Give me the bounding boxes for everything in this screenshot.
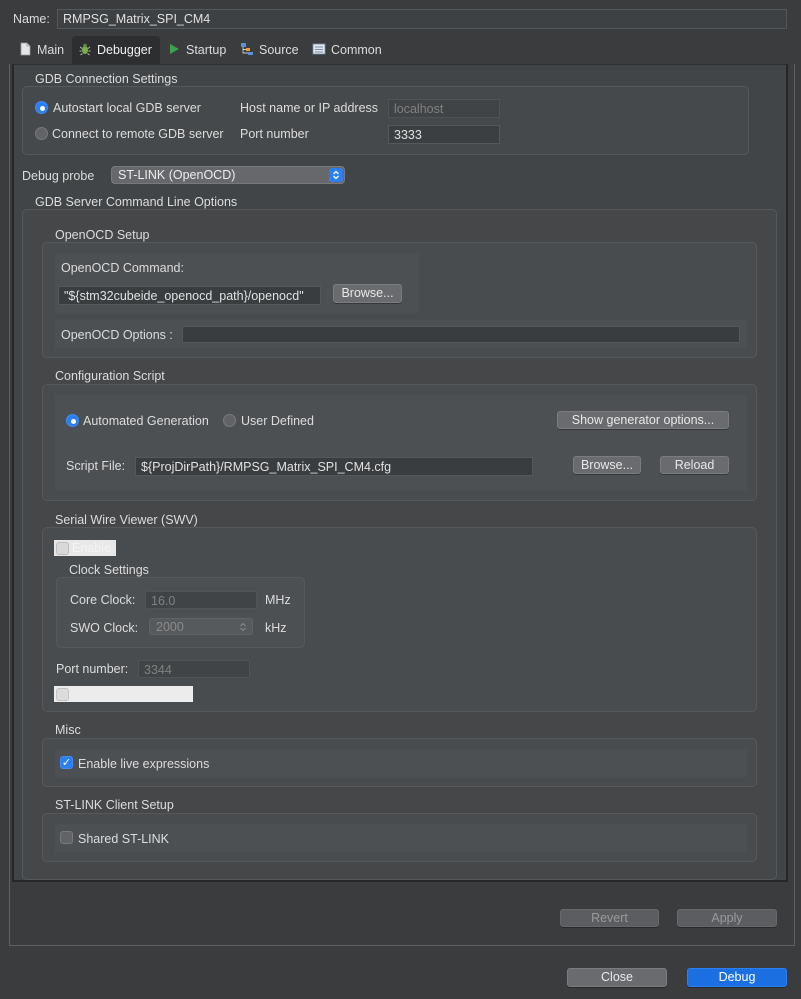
clock-settings-group — [56, 577, 305, 648]
tab-main[interactable]: Main — [18, 42, 64, 58]
script-file-input[interactable]: ${ProjDirPath}/RMPSG_Matrix_SPI_CM4.cfg — [135, 457, 533, 476]
swo-clock-label: SWO Clock: — [70, 621, 139, 635]
host-input[interactable]: localhost — [388, 99, 500, 118]
tab-source[interactable]: Source — [240, 42, 299, 58]
play-icon — [167, 42, 181, 56]
revert-button[interactable]: Revert — [560, 909, 659, 927]
tab-common-label: Common — [331, 43, 382, 57]
swo-clock-select[interactable]: 2000 — [149, 618, 253, 635]
gdb-connection-title: GDB Connection Settings — [35, 72, 178, 86]
debug-probe-value: ST-LINK (OpenOCD) — [118, 168, 236, 182]
live-expressions-checkbox[interactable]: ✓ — [60, 756, 73, 769]
script-file-label: Script File: — [66, 459, 126, 473]
openocd-command-label: OpenOCD Command: — [61, 261, 184, 275]
tab-common[interactable]: Common — [312, 42, 382, 58]
apply-button[interactable]: Apply — [677, 909, 777, 927]
show-generator-options-button[interactable]: Show generator options... — [557, 411, 729, 429]
tab-source-label: Source — [259, 43, 299, 57]
stlink-client-title: ST-LINK Client Setup — [55, 798, 174, 812]
name-input[interactable]: RMPSG_Matrix_SPI_CM4 — [57, 9, 787, 29]
swv-enable-row[interactable]: Enable — [54, 540, 116, 556]
gdb-connection-group — [22, 86, 749, 155]
tab-startup-label: Startup — [186, 43, 227, 57]
script-browse-button[interactable]: Browse... — [573, 456, 641, 474]
shared-stlink-label: Shared ST-LINK — [78, 832, 170, 846]
debug-button[interactable]: Debug — [687, 968, 787, 987]
core-clock-input[interactable]: 16.0 — [145, 591, 257, 609]
automated-generation-label: Automated Generation — [83, 414, 209, 428]
core-clock-unit: MHz — [265, 593, 291, 607]
config-script-area — [55, 395, 747, 491]
source-lookup-icon — [240, 42, 254, 56]
swv-port-input[interactable]: 3344 — [138, 660, 250, 678]
close-button[interactable]: Close — [567, 968, 667, 987]
debug-probe-label: Debug probe — [22, 169, 95, 183]
tab-startup[interactable]: Startup — [167, 42, 226, 58]
openocd-options-label: OpenOCD Options : — [61, 328, 173, 342]
reload-button[interactable]: Reload — [660, 456, 729, 474]
common-settings-icon — [312, 42, 326, 56]
remote-radio[interactable] — [35, 127, 48, 140]
live-expressions-label: Enable live expressions — [78, 757, 210, 771]
tab-debugger-label: Debugger — [97, 43, 152, 57]
document-icon — [18, 42, 32, 56]
openocd-browse-button[interactable]: Browse... — [333, 284, 402, 303]
select-arrows-icon — [329, 168, 343, 182]
swv-port-label: Port number: — [56, 662, 129, 676]
bug-icon — [78, 42, 92, 56]
tab-main-label: Main — [37, 43, 65, 57]
swo-clock-arrows-icon — [238, 620, 248, 637]
openocd-command-input[interactable]: "${stm32cubeide_openocd_path}/openocd" — [58, 286, 321, 305]
openocd-options-input[interactable] — [182, 326, 740, 343]
swo-clock-unit: kHz — [265, 621, 287, 635]
openocd-title: OpenOCD Setup — [55, 228, 150, 242]
tab-debugger[interactable]: Debugger — [72, 36, 160, 64]
core-clock-label: Core Clock: — [70, 593, 136, 607]
clock-settings-title: Clock Settings — [69, 563, 149, 577]
host-label: Host name or IP address — [240, 101, 379, 115]
autostart-label: Autostart local GDB server — [53, 101, 201, 115]
remote-label: Connect to remote GDB server — [52, 127, 224, 141]
swv-disabled-option-checkbox[interactable] — [56, 688, 69, 701]
misc-title: Misc — [55, 723, 81, 737]
port-input[interactable]: 3333 — [388, 125, 500, 144]
name-label: Name: — [13, 12, 50, 26]
automated-generation-radio[interactable] — [66, 414, 79, 427]
user-defined-radio[interactable] — [223, 414, 236, 427]
swv-disabled-option-row[interactable] — [54, 686, 193, 702]
server-options-title: GDB Server Command Line Options — [35, 195, 238, 209]
tab-bar: Main Debugger Startup Source Common — [12, 36, 795, 64]
swv-title: Serial Wire Viewer (SWV) — [55, 513, 198, 527]
user-defined-label: User Defined — [241, 414, 314, 428]
swv-enable-label: Enable — [72, 541, 111, 555]
swo-clock-value: 2000 — [156, 620, 184, 634]
config-script-title: Configuration Script — [55, 369, 165, 383]
autostart-radio[interactable] — [35, 101, 48, 114]
port-label: Port number — [240, 127, 309, 141]
debug-probe-select[interactable]: ST-LINK (OpenOCD) — [111, 166, 345, 184]
shared-stlink-checkbox[interactable] — [60, 831, 73, 844]
swv-enable-checkbox[interactable] — [56, 542, 69, 555]
